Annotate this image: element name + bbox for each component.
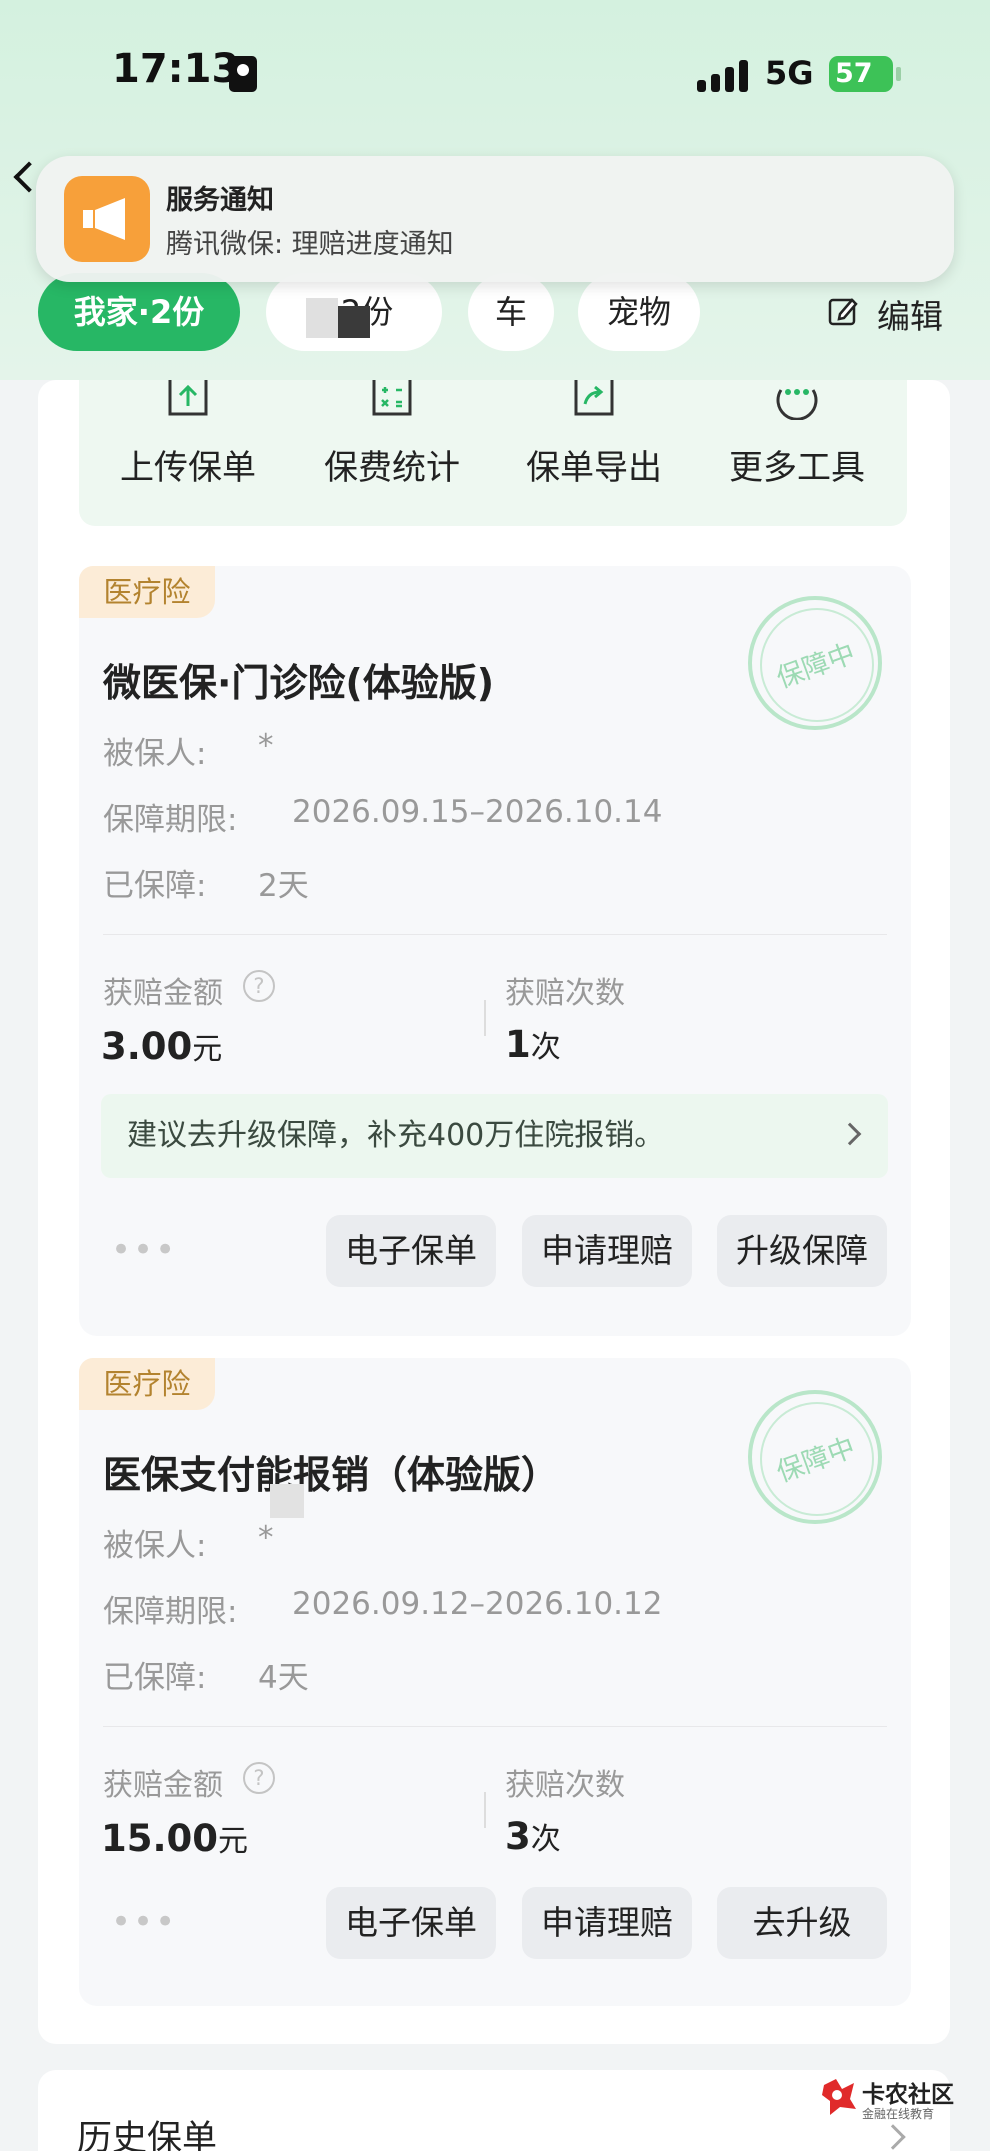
battery-icon: 57 <box>829 56 901 92</box>
period-value: 2026.09.12–2026.10.12 <box>292 1586 663 1622</box>
history-label: 历史保单 <box>77 2119 218 2151</box>
notification-body: 腾讯微保: 理赔进度通知 <box>166 229 454 260</box>
covered-label: 已保障: <box>103 1660 207 1696</box>
claim-amount-value: 3.00元 <box>101 1024 222 1068</box>
edit-icon[interactable] <box>828 296 858 326</box>
claim-count-label: 获赔次数 <box>505 1768 625 1803</box>
claim-amount-number: 15.00 <box>101 1817 219 1860</box>
watermark-name: 卡农社区 <box>862 2082 954 2108</box>
e-policy-button[interactable]: 电子保单 <box>326 1887 496 1959</box>
stat-separator <box>484 1000 486 1036</box>
claim-amount-number: 3.00 <box>101 1025 193 1068</box>
megaphone-icon <box>83 198 125 240</box>
claim-amount-value: 15.00元 <box>101 1816 248 1860</box>
tool-export-label: 保单导出 <box>526 448 662 488</box>
help-icon[interactable]: ? <box>243 970 275 1002</box>
claim-count-unit: 次 <box>530 1822 561 1857</box>
coverage-stamp: 保障中 <box>748 1390 882 1524</box>
watermark: 卡农社区 金融在线教育 <box>820 2075 980 2131</box>
upgrade-button[interactable]: 升级保障 <box>717 1215 887 1287</box>
period-label: 保障期限: <box>103 802 238 838</box>
tool-upload[interactable] <box>103 376 273 420</box>
tool-premium-stats-label: 保费统计 <box>324 448 460 488</box>
claim-count-label: 获赔次数 <box>505 976 625 1011</box>
notification-app-icon <box>64 176 150 262</box>
redacted-block <box>270 1484 304 1518</box>
claim-button[interactable]: 申请理赔 <box>522 1887 692 1959</box>
period-value: 2026.09.15–2026.10.14 <box>292 794 663 830</box>
tool-export[interactable] <box>509 376 679 420</box>
calculator-icon <box>372 380 412 416</box>
coverage-stamp: 保障中 <box>748 596 882 730</box>
claim-count-value: 3次 <box>505 1814 561 1858</box>
redacted-block <box>306 298 338 338</box>
divider <box>103 934 887 935</box>
insured-label: 被保人: <box>103 1528 207 1564</box>
insured-value: * <box>258 1520 274 1556</box>
id-card-icon <box>229 56 257 92</box>
notification-title: 服务通知 <box>166 185 274 216</box>
period-label: 保障期限: <box>103 1594 238 1630</box>
stat-separator <box>484 1792 486 1828</box>
upgrade-suggestion[interactable]: 建议去升级保障，补充400万住院报销。 <box>101 1094 888 1178</box>
claim-amount-label: 获赔金额 <box>103 976 223 1011</box>
covered-label: 已保障: <box>103 868 207 904</box>
upload-icon <box>168 380 208 416</box>
tab-family[interactable]: 我家·2份 <box>38 273 240 351</box>
covered-value: 4天 <box>258 1660 309 1696</box>
watermark-logo-icon <box>822 2079 856 2115</box>
watermark-sub: 金融在线教育 <box>862 2107 935 2121</box>
notification-banner[interactable]: 服务通知 腾讯微保: 理赔进度通知 <box>36 156 954 282</box>
tab-car[interactable]: 车 <box>468 273 554 351</box>
tool-premium-stats[interactable] <box>307 376 477 420</box>
covered-value: 2天 <box>258 868 309 904</box>
claim-amount-unit: 元 <box>218 1824 249 1859</box>
claim-count-value: 1次 <box>505 1022 561 1066</box>
claim-count-number: 1 <box>505 1023 531 1066</box>
edit-button[interactable]: 编辑 <box>877 290 943 338</box>
claim-amount-label: 获赔金额 <box>103 1768 223 1803</box>
help-icon[interactable]: ? <box>243 1762 275 1794</box>
signal-icon <box>697 58 749 92</box>
export-icon <box>574 380 614 416</box>
policy-tag: 医疗险 <box>79 1358 215 1410</box>
policy-title: 医保支付能报销（体验版） <box>103 1453 560 1497</box>
more-dots-icon[interactable]: ••• <box>111 1230 177 1270</box>
status-time: 17:13 <box>112 46 240 92</box>
claim-button[interactable]: 申请理赔 <box>522 1215 692 1287</box>
stamp-text: 保障中 <box>772 637 860 695</box>
chevron-right-icon <box>838 1122 862 1146</box>
more-dots-icon[interactable]: ••• <box>111 1902 177 1942</box>
suggestion-text: 建议去升级保障，补充400万住院报销。 <box>127 1118 665 1153</box>
divider <box>103 1726 887 1727</box>
tool-upload-label: 上传保单 <box>120 448 256 488</box>
insured-label: 被保人: <box>103 736 207 772</box>
redacted-block <box>338 306 370 338</box>
tab-pet[interactable]: 宠物 <box>578 273 700 351</box>
policy-title: 微医保·门诊险(体验版) <box>103 661 495 705</box>
upgrade-button[interactable]: 去升级 <box>717 1887 887 1959</box>
tool-more-label: 更多工具 <box>729 448 865 488</box>
insured-value: * <box>258 728 274 764</box>
more-icon <box>776 389 818 420</box>
stamp-text: 保障中 <box>772 1431 860 1489</box>
claim-count-unit: 次 <box>530 1030 561 1065</box>
network-type: 5G <box>765 54 814 92</box>
claim-count-number: 3 <box>505 1815 531 1858</box>
e-policy-button[interactable]: 电子保单 <box>326 1215 496 1287</box>
claim-amount-unit: 元 <box>192 1032 223 1067</box>
tool-more[interactable] <box>712 376 882 420</box>
policy-tag: 医疗险 <box>79 566 215 618</box>
